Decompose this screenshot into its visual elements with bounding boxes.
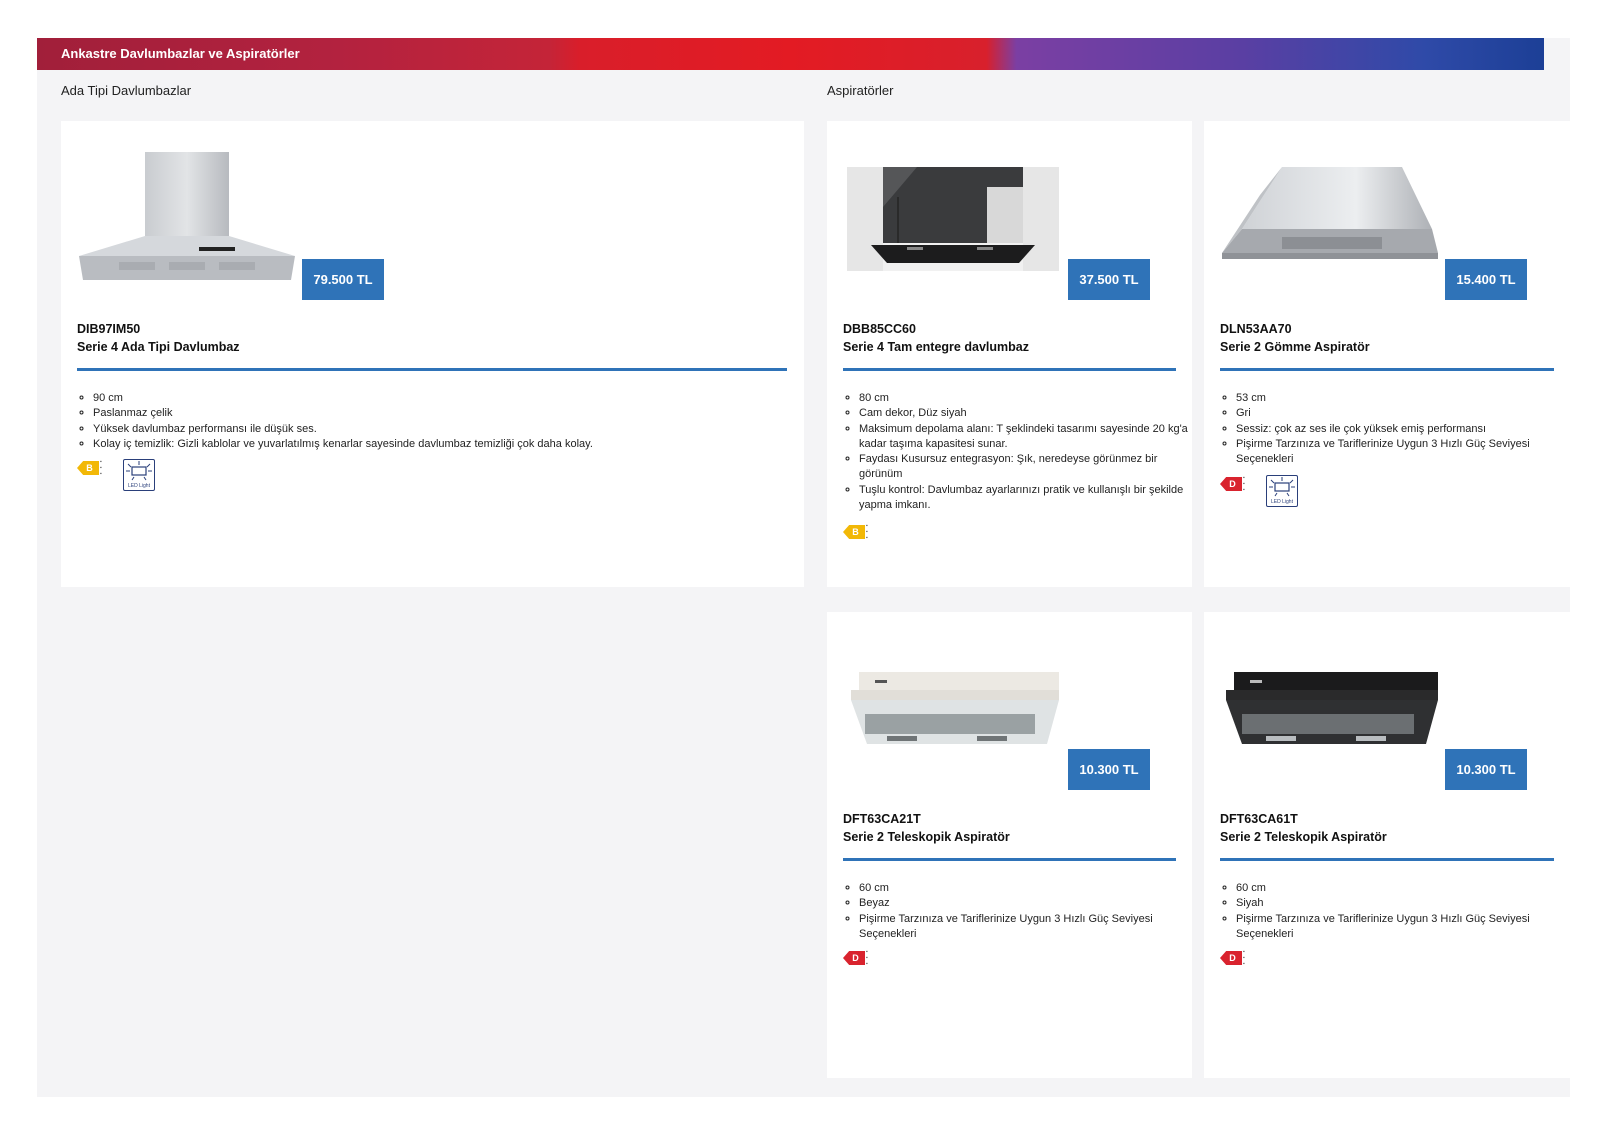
- feature-item: Pişirme Tarzınıza ve Tariflerinize Uygun…: [859, 912, 1192, 943]
- product-image-telescopic-hood-black: [1226, 672, 1438, 744]
- price-badge: 79.500 TL: [302, 259, 384, 300]
- feature-item: Pişirme Tarzınıza ve Tariflerinize Uygun…: [1236, 912, 1570, 943]
- divider: [1220, 858, 1554, 861]
- product-image-built-in-hood: [1222, 167, 1438, 259]
- feature-item: Beyaz: [859, 896, 1192, 911]
- feature-item: 90 cm: [93, 391, 803, 406]
- energy-class: B: [77, 461, 99, 475]
- product-name: Serie 2 Gömme Aspiratör: [1220, 340, 1370, 354]
- feature-item: Yüksek davlumbaz performansı ile düşük s…: [93, 422, 803, 437]
- section-title-island-hoods: Ada Tipi Davlumbazlar: [61, 83, 192, 98]
- energy-scale-icon: ▪ ▪ ▪: [100, 459, 102, 477]
- feature-list: 90 cm Paslanmaz çelik Yüksek davlumbaz p…: [77, 391, 803, 452]
- energy-label-icon: B ▪ ▪ ▪: [77, 459, 109, 477]
- feature-item: 60 cm: [1236, 881, 1570, 896]
- product-card-dib97im50[interactable]: 79.500 TL DIB97IM50 Serie 4 Ada Tipi Dav…: [61, 121, 804, 587]
- product-card-dft63ca21t[interactable]: 10.300 TL DFT63CA21T Serie 2 Teleskopik …: [827, 612, 1192, 1078]
- energy-scale-icon: ▪ ▪ ▪: [866, 523, 868, 541]
- feature-item: 53 cm: [1236, 391, 1570, 406]
- energy-label-icon: D ▪ ▪ ▪: [1220, 949, 1252, 967]
- product-image-island-hood: [79, 152, 295, 280]
- energy-scale-icon: ▪ ▪ ▪: [1243, 475, 1245, 493]
- energy-label-icon: D ▪ ▪ ▪: [1220, 475, 1252, 493]
- divider: [843, 368, 1176, 371]
- category-banner: Ankastre Davlumbazlar ve Aspiratörler: [37, 38, 1544, 70]
- led-label: LED Light: [128, 483, 150, 489]
- energy-class: D: [843, 951, 865, 965]
- price-badge: 15.400 TL: [1445, 259, 1527, 300]
- divider: [843, 858, 1176, 861]
- feature-item: Gri: [1236, 406, 1570, 421]
- feature-item: Paslanmaz çelik: [93, 406, 803, 421]
- feature-item: Cam dekor, Düz siyah: [859, 406, 1192, 421]
- product-image-integrated-hood: [847, 167, 1059, 271]
- feature-list: 60 cm Beyaz Pişirme Tarzınıza ve Tarifle…: [843, 881, 1192, 942]
- section-title-aspirators: Aspiratörler: [827, 83, 894, 98]
- product-name: Serie 4 Ada Tipi Davlumbaz: [77, 340, 240, 354]
- led-label: LED Light: [1271, 499, 1293, 505]
- badges: B ▪ ▪ ▪ LED Light: [77, 459, 155, 491]
- divider: [77, 368, 787, 371]
- feature-item: Pişirme Tarzınıza ve Tariflerinize Uygun…: [1236, 437, 1570, 468]
- energy-label-icon: D ▪ ▪ ▪: [843, 949, 875, 967]
- product-model: DIB97IM50: [77, 322, 141, 336]
- feature-item: 60 cm: [859, 881, 1192, 896]
- product-name: Serie 2 Teleskopik Aspiratör: [843, 830, 1010, 844]
- product-image-telescopic-hood-white: [851, 672, 1059, 744]
- energy-class: D: [1220, 477, 1242, 491]
- led-light-icon: LED Light: [123, 459, 155, 491]
- energy-scale-icon: ▪ ▪ ▪: [866, 949, 868, 967]
- badges: D ▪ ▪ ▪: [843, 949, 875, 967]
- price-badge: 10.300 TL: [1445, 749, 1527, 790]
- energy-class: D: [1220, 951, 1242, 965]
- feature-item: Maksimum depolama alanı: T şeklindeki ta…: [859, 422, 1192, 453]
- energy-label-icon: B ▪ ▪ ▪: [843, 523, 875, 541]
- energy-scale-icon: ▪ ▪ ▪: [1243, 949, 1245, 967]
- product-model: DFT63CA21T: [843, 812, 921, 826]
- product-name: Serie 2 Teleskopik Aspiratör: [1220, 830, 1387, 844]
- feature-list: 53 cm Gri Sessiz: çok az ses ile çok yük…: [1220, 391, 1570, 467]
- feature-item: Siyah: [1236, 896, 1570, 911]
- feature-item: Sessiz: çok az ses ile çok yüksek emiş p…: [1236, 422, 1570, 437]
- feature-item: 80 cm: [859, 391, 1192, 406]
- banner-title: Ankastre Davlumbazlar ve Aspiratörler: [61, 46, 300, 61]
- price-badge: 37.500 TL: [1068, 259, 1150, 300]
- product-name: Serie 4 Tam entegre davlumbaz: [843, 340, 1029, 354]
- feature-list: 80 cm Cam dekor, Düz siyah Maksimum depo…: [843, 391, 1192, 513]
- product-card-dft63ca61t[interactable]: 10.300 TL DFT63CA61T Serie 2 Teleskopik …: [1204, 612, 1570, 1078]
- product-model: DBB85CC60: [843, 322, 916, 336]
- divider: [1220, 368, 1554, 371]
- product-model: DFT63CA61T: [1220, 812, 1298, 826]
- badges: B ▪ ▪ ▪: [843, 523, 875, 541]
- energy-class: B: [843, 525, 865, 539]
- feature-item: Faydası Kusursuz entegrasyon: Şık, nered…: [859, 452, 1192, 483]
- badges: D ▪ ▪ ▪ LED Light: [1220, 475, 1298, 507]
- feature-item: Kolay iç temizlik: Gizli kablolar ve yuv…: [93, 437, 803, 452]
- badges: D ▪ ▪ ▪: [1220, 949, 1252, 967]
- product-card-dbb85cc60[interactable]: 37.500 TL DBB85CC60 Serie 4 Tam entegre …: [827, 121, 1192, 587]
- product-model: DLN53AA70: [1220, 322, 1292, 336]
- feature-item: Tuşlu kontrol: Davlumbaz ayarlarınızı pr…: [859, 483, 1192, 514]
- feature-list: 60 cm Siyah Pişirme Tarzınıza ve Tarifle…: [1220, 881, 1570, 942]
- product-card-dln53aa70[interactable]: 15.400 TL DLN53AA70 Serie 2 Gömme Aspira…: [1204, 121, 1570, 587]
- led-light-icon: LED Light: [1266, 475, 1298, 507]
- price-badge: 10.300 TL: [1068, 749, 1150, 790]
